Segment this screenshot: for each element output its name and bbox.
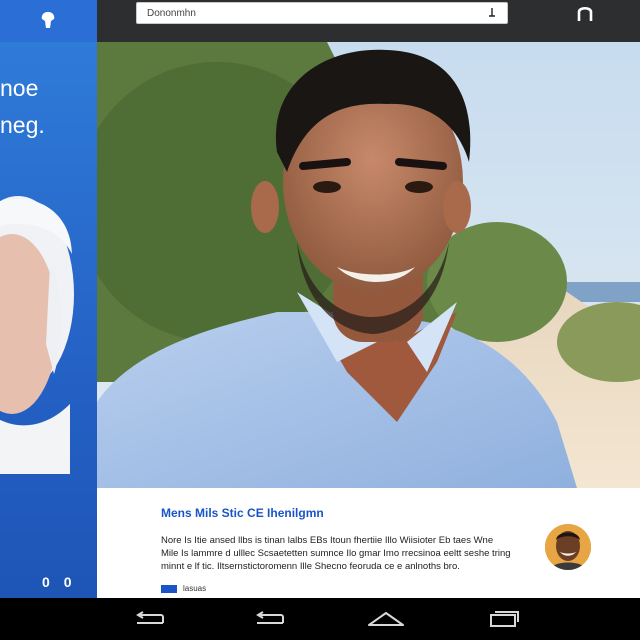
article-body-line: Nore Is Itie ansed llbs is tinan lalbs E… — [161, 535, 494, 546]
article-body-line: minnt e lf tic. Iltsernstictoromenn Ille… — [161, 561, 460, 572]
article-body-line: Mile Is lammre d ulllec Scsaetetten sumn… — [161, 548, 511, 559]
article-source-label: lasuas — [183, 584, 207, 593]
article-card[interactable]: Mens Mils Stic CE Ihenilgmn Nore Is Itie… — [97, 488, 640, 598]
sidebar-badge-2[interactable]: 0 — [64, 574, 72, 590]
sidebar-headline-line-2: neg. — [0, 112, 45, 138]
article-source: lasuas — [161, 584, 206, 593]
sidebar-headline: noe neg. — [0, 70, 45, 144]
author-avatar[interactable] — [545, 524, 591, 570]
system-nav-bar — [0, 598, 640, 640]
sidebar-badges: 0 0 — [42, 574, 72, 590]
back-alt-icon[interactable] — [250, 606, 290, 632]
screen: noe neg. 0 0 — [0, 0, 640, 640]
mic-icon[interactable] — [485, 6, 499, 20]
search-input[interactable] — [145, 6, 485, 20]
home-icon[interactable] — [34, 6, 62, 34]
sidebar-portrait-image — [0, 196, 74, 474]
hero-image[interactable] — [97, 42, 640, 488]
recents-icon[interactable] — [484, 606, 524, 632]
back-icon[interactable] — [130, 606, 170, 632]
article-headline[interactable]: Mens Mils Stic CE Ihenilgmn — [161, 506, 324, 520]
search-bar[interactable] — [136, 2, 508, 24]
source-badge-icon — [161, 584, 177, 593]
sidebar-headline-line-1: noe — [0, 75, 39, 101]
home-nav-icon[interactable] — [366, 606, 406, 632]
sidebar-promo[interactable]: noe neg. 0 0 — [0, 42, 97, 598]
article-body: Nore Is Itie ansed llbs is tinan lalbs E… — [161, 534, 533, 573]
top-bar — [0, 0, 640, 42]
sidebar-badge-1[interactable]: 0 — [42, 574, 50, 590]
account-icon[interactable] — [572, 2, 598, 24]
